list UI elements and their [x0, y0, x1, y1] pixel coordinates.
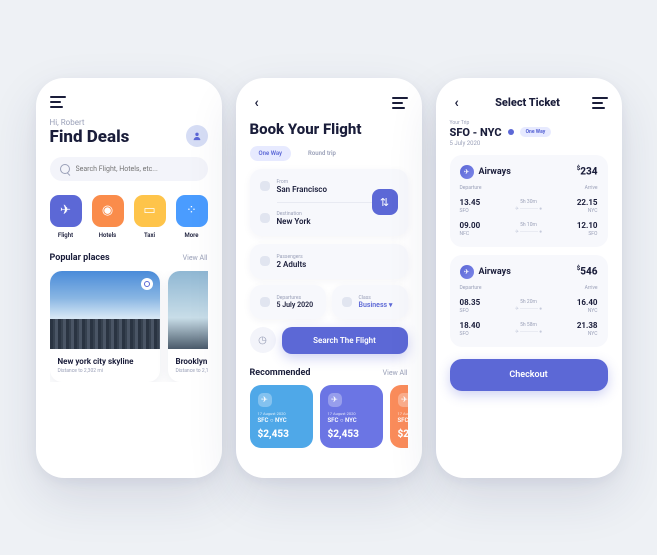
place-image [168, 271, 208, 349]
trip-type-roundtrip[interactable]: Round trip [299, 146, 345, 161]
back-icon[interactable]: ‹ [450, 96, 464, 110]
dot-icon [508, 129, 514, 135]
calendar-icon [260, 297, 270, 307]
trip-type-badge: One Way [520, 127, 552, 137]
plane-icon: ✈ [258, 393, 272, 407]
menu-icon[interactable] [592, 97, 608, 109]
dots-icon: ⁘ [176, 195, 208, 227]
recommended-card[interactable]: ✈ 17 August 2020 SFC ○ NYC $2,453 [250, 385, 313, 448]
category-more[interactable]: ⁘ More [176, 195, 208, 239]
recommended-card[interactable]: ✈ 17 August 2020 SFC ○ NYC $2,453 [320, 385, 383, 448]
back-icon[interactable]: ‹ [250, 96, 264, 110]
section-title-recommended: Recommended [250, 368, 311, 378]
clock-button[interactable]: ◷ [250, 327, 276, 353]
trip-route: SFO - NYC One Way [450, 126, 608, 139]
swap-button[interactable]: ⇅ [372, 189, 398, 215]
dep-value: 5 July 2020 [277, 301, 314, 309]
place-distance: Distance to 2,128 mi [176, 368, 208, 374]
screen-book-flight: ‹ Book Your Flight One Way Round trip Fr… [236, 78, 422, 478]
airline-icon: ✈ [460, 165, 474, 179]
ticket-price: $234 [577, 165, 598, 177]
page-title: Book Your Flight [250, 120, 408, 138]
person-icon [260, 256, 270, 266]
ticket-card[interactable]: ✈Airways $546 DepartureArrive 08.35SFO 5… [450, 255, 608, 347]
flight-leg: 09.00NFC 5h 10m✈┄┄┄┄┄┄● 12.10SFO [460, 221, 598, 237]
route-card[interactable]: FromSan Francisco DestinationNew York ⇅ [250, 169, 408, 236]
page-title: Select Ticket [464, 96, 592, 109]
dest-value: New York [277, 217, 311, 226]
plane-icon [260, 181, 270, 191]
flight-leg: 08.35SFO 5h 20m✈┄┄┄┄┄┄● 16.40NYC [460, 298, 598, 314]
category-taxi[interactable]: ▭ Taxi [134, 195, 166, 239]
place-title: New york city skyline [58, 357, 152, 366]
plane-icon: ✈ [398, 393, 408, 407]
category-flight[interactable]: ✈ Flight [50, 195, 82, 239]
page-title: Find Deals [50, 127, 130, 147]
seat-icon [342, 297, 352, 307]
screen-find-deals: Hi, Robert Find Deals ✈ Flight ◉ Hotels … [36, 78, 222, 478]
airline-icon: ✈ [460, 265, 474, 279]
class-value: Business ▾ [359, 301, 393, 309]
place-card[interactable]: Brooklyn br Distance to 2,128 mi [168, 271, 208, 382]
section-title-popular: Popular places [50, 253, 110, 263]
class-card[interactable]: ClassBusiness ▾ [332, 285, 408, 319]
place-card[interactable]: New york city skyline Distance to 2,302 … [50, 271, 160, 382]
plane-icon: ✈ [328, 393, 342, 407]
recommended-card[interactable]: ✈ 17 August 2020 SFC ○ $2,453 [390, 385, 408, 448]
search-flight-button[interactable]: Search The Flight [282, 327, 408, 354]
pax-value: 2 Adults [277, 260, 307, 269]
location-icon [260, 213, 270, 223]
user-icon [192, 131, 202, 141]
greeting: Hi, Robert [50, 118, 130, 127]
ticket-price: $546 [577, 265, 598, 277]
flight-leg: 18.40SFO 5h 58m✈┄┄┄┄┄┄● 21.38NYC [460, 321, 598, 337]
plane-icon: ✈ [50, 195, 82, 227]
menu-icon[interactable] [392, 97, 408, 109]
view-all-link[interactable]: View All [383, 369, 408, 377]
passengers-card[interactable]: Passengers2 Adults [250, 244, 408, 279]
ticket-card[interactable]: ✈Airways $234 DepartureArrive 13.45SFO 5… [450, 155, 608, 247]
favorite-icon[interactable] [141, 278, 153, 290]
place-title: Brooklyn br [176, 357, 208, 366]
trip-date: 5 July 2020 [450, 140, 608, 147]
search-icon [60, 164, 70, 174]
car-icon: ▭ [134, 195, 166, 227]
checkout-button[interactable]: Checkout [450, 359, 608, 391]
view-all-link[interactable]: View All [183, 254, 208, 262]
avatar[interactable] [186, 125, 208, 147]
screen-select-ticket: ‹ Select Ticket Your Trip SFO - NYC One … [436, 78, 622, 478]
place-distance: Distance to 2,302 mi [58, 368, 152, 374]
search-input[interactable] [50, 157, 208, 181]
from-value: San Francisco [277, 185, 328, 194]
place-image [50, 271, 160, 349]
departure-card[interactable]: Departures5 July 2020 [250, 285, 326, 319]
trip-type-oneway[interactable]: One Way [250, 146, 292, 161]
menu-icon[interactable] [50, 96, 66, 108]
bookmark-icon: ◉ [92, 195, 124, 227]
category-hotels[interactable]: ◉ Hotels [92, 195, 124, 239]
flight-leg: 13.45SFO 5h 30m✈┄┄┄┄┄┄● 22.15NYC [460, 198, 598, 214]
